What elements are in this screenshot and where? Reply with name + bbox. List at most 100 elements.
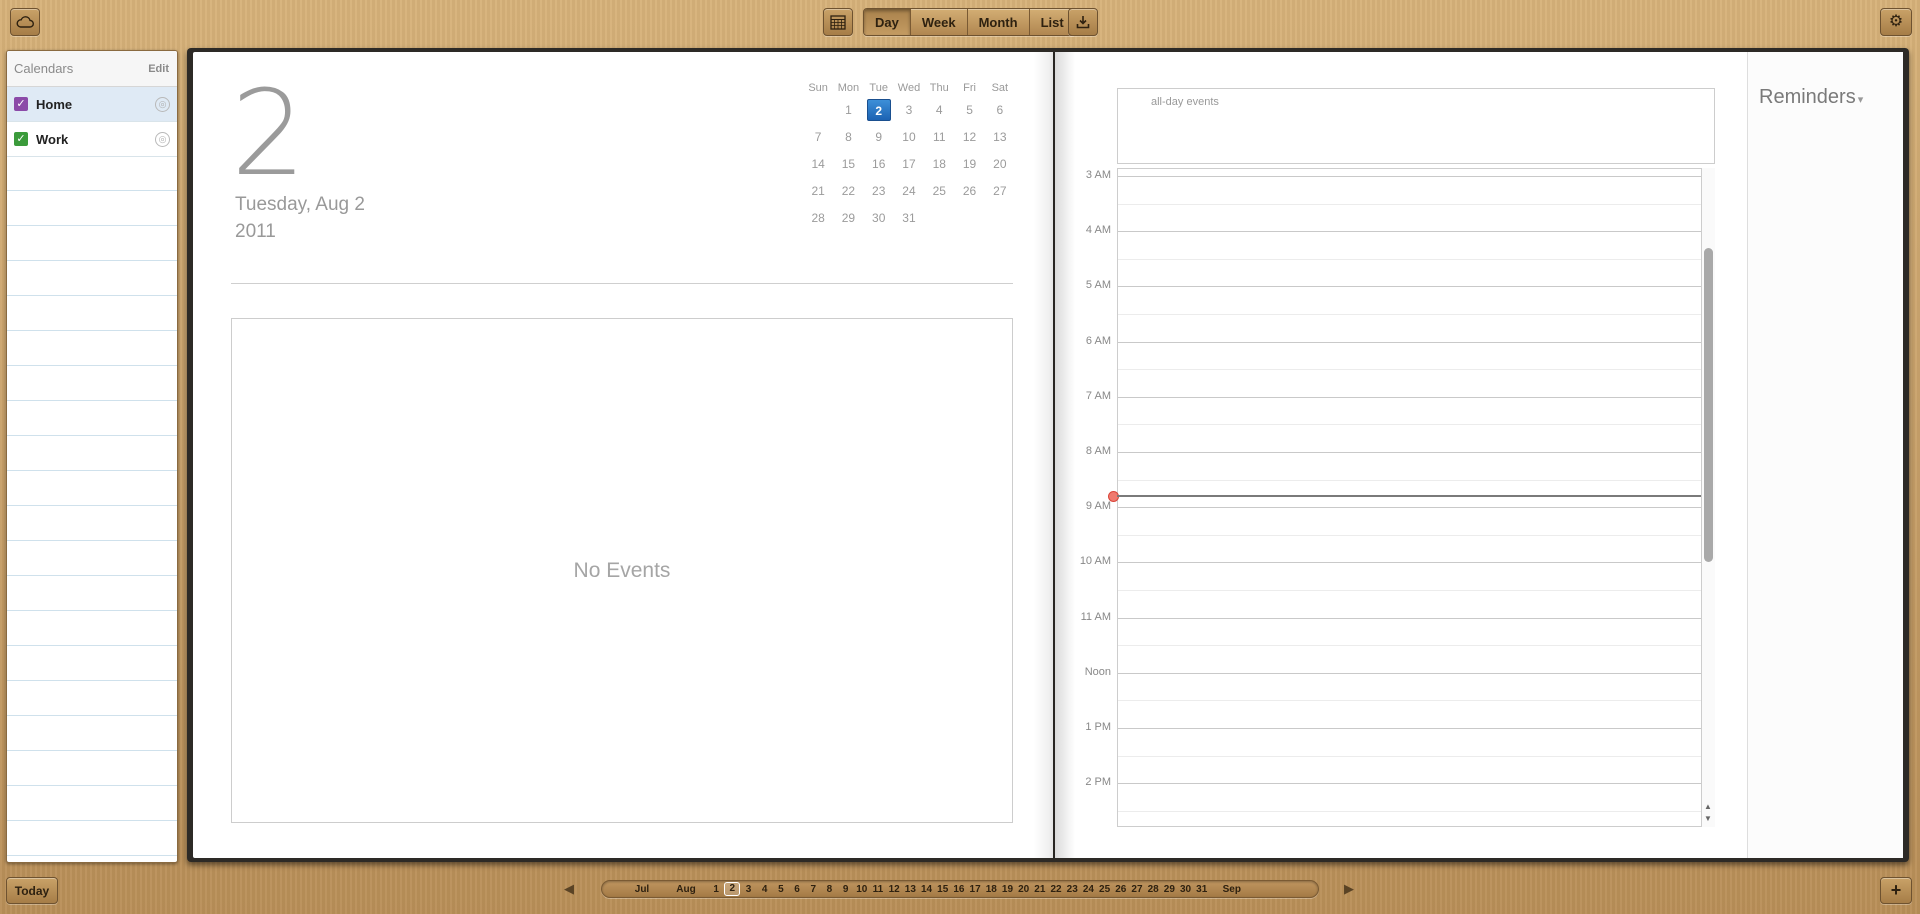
mini-calendar-day[interactable]: 14 xyxy=(803,153,833,175)
strip-day[interactable]: 3 xyxy=(740,884,756,895)
mini-calendar-day[interactable]: 6 xyxy=(985,99,1015,121)
share-calendar-icon[interactable]: ◎ xyxy=(155,97,170,112)
mini-calendar-day[interactable]: 31 xyxy=(894,207,924,229)
download-tray-icon xyxy=(1076,16,1090,29)
scroll-down-arrow-icon[interactable]: ▼ xyxy=(1704,814,1712,823)
calendar-checkbox[interactable]: ✓ xyxy=(14,132,28,146)
events-list: No Events xyxy=(231,318,1013,823)
mini-calendar-day[interactable]: 10 xyxy=(894,126,924,148)
top-toolbar: Day Week Month List ⚙ xyxy=(0,0,1920,46)
strip-day[interactable]: 21 xyxy=(1032,884,1048,895)
strip-day[interactable]: 11 xyxy=(870,884,886,895)
strip-day[interactable]: 22 xyxy=(1048,884,1064,895)
scroll-up-arrow-icon[interactable]: ▲ xyxy=(1704,802,1712,811)
strip-day[interactable]: 10 xyxy=(854,884,870,895)
strip-day[interactable]: 24 xyxy=(1080,884,1096,895)
date-scrubber[interactable]: Jul Aug 1 2 3 4 5 6 7 8 9 10 11 12 13 14 15 16 17 18 19 20 21 2… xyxy=(601,880,1319,898)
tab-week[interactable]: Week xyxy=(910,9,968,35)
mini-calendar-week: 21 22 23 24 25 26 27 xyxy=(803,175,1015,202)
mini-calendar-day[interactable]: 23 xyxy=(864,180,894,202)
hour-label: 5 AM xyxy=(1085,279,1111,292)
settings-button[interactable]: ⚙ xyxy=(1880,8,1912,36)
strip-day[interactable]: 20 xyxy=(1016,884,1032,895)
mini-calendar-day[interactable]: 16 xyxy=(864,153,894,175)
mini-calendar-day[interactable]: 30 xyxy=(864,207,894,229)
mini-calendar-day[interactable]: 3 xyxy=(894,99,924,121)
all-day-events-area[interactable]: all-day events xyxy=(1117,88,1715,164)
strip-day[interactable]: 15 xyxy=(935,884,951,895)
mini-calendar-day[interactable]: 4 xyxy=(924,99,954,121)
calendar-list-toggle-button[interactable] xyxy=(823,8,853,36)
mini-calendar-day[interactable]: 28 xyxy=(803,207,833,229)
mini-calendar-day[interactable]: 18 xyxy=(924,153,954,175)
add-event-button[interactable]: + xyxy=(1880,877,1912,904)
strip-day[interactable]: 30 xyxy=(1177,884,1193,895)
reminders-dropdown[interactable]: Reminders ▾ xyxy=(1759,86,1863,109)
strip-month-label[interactable]: Sep xyxy=(1210,884,1254,895)
mini-calendar-day[interactable]: 22 xyxy=(833,180,863,202)
strip-month-label[interactable]: Aug xyxy=(664,884,708,895)
edit-calendars-button[interactable]: Edit xyxy=(148,63,169,75)
mini-calendar-day[interactable]: 29 xyxy=(833,207,863,229)
mini-calendar-today[interactable]: 2 xyxy=(864,99,894,121)
calendar-checkbox[interactable]: ✓ xyxy=(14,97,28,111)
strip-day[interactable]: 25 xyxy=(1097,884,1113,895)
timeline-scrollbar[interactable]: ▲ ▼ xyxy=(1701,168,1715,827)
mini-calendar-day[interactable]: 15 xyxy=(833,153,863,175)
share-calendar-icon[interactable]: ◎ xyxy=(155,132,170,147)
mini-calendar-day[interactable]: 9 xyxy=(864,126,894,148)
mini-calendar-day[interactable]: 12 xyxy=(954,126,984,148)
mini-calendar-day[interactable]: 26 xyxy=(954,180,984,202)
weekday-header: Fri xyxy=(963,82,976,94)
strip-day[interactable]: 4 xyxy=(757,884,773,895)
mini-calendar-day[interactable]: 7 xyxy=(803,126,833,148)
mini-calendar-day[interactable]: 25 xyxy=(924,180,954,202)
strip-day[interactable]: 14 xyxy=(918,884,934,895)
strip-day[interactable]: 7 xyxy=(805,884,821,895)
strip-month-label[interactable]: Jul xyxy=(620,884,664,895)
mini-calendar-day[interactable]: 20 xyxy=(985,153,1015,175)
mini-calendar-day[interactable]: 5 xyxy=(954,99,984,121)
tab-day[interactable]: Day xyxy=(864,9,911,35)
strip-day[interactable]: 26 xyxy=(1113,884,1129,895)
mini-calendar-day[interactable]: 24 xyxy=(894,180,924,202)
strip-day[interactable]: 29 xyxy=(1161,884,1177,895)
strip-day[interactable]: 9 xyxy=(838,884,854,895)
mini-calendar-day[interactable]: 1 xyxy=(833,99,863,121)
strip-day[interactable]: 5 xyxy=(773,884,789,895)
strip-day[interactable]: 1 xyxy=(708,884,724,895)
next-arrow-icon[interactable]: ▶ xyxy=(1344,881,1354,897)
mini-calendar-day[interactable]: 27 xyxy=(985,180,1015,202)
strip-day[interactable]: 23 xyxy=(1064,884,1080,895)
strip-day-selected[interactable]: 2 xyxy=(724,882,741,896)
calendar-item-work[interactable]: ✓ Work ◎ xyxy=(7,122,177,157)
strip-day[interactable]: 6 xyxy=(789,884,805,895)
previous-arrow-icon[interactable]: ◀ xyxy=(564,881,574,897)
mini-calendar-day[interactable]: 13 xyxy=(985,126,1015,148)
strip-day[interactable]: 12 xyxy=(886,884,902,895)
calendar-item-home[interactable]: ✓ Home ◎ xyxy=(7,87,177,122)
strip-day[interactable]: 27 xyxy=(1129,884,1145,895)
strip-day[interactable]: 13 xyxy=(902,884,918,895)
hour-label: 4 AM xyxy=(1085,224,1111,237)
strip-day[interactable]: 17 xyxy=(967,884,983,895)
hour-label: 3 AM xyxy=(1085,169,1111,181)
mini-calendar-day[interactable]: 17 xyxy=(894,153,924,175)
cloud-button[interactable] xyxy=(10,8,40,36)
mini-calendar-day[interactable]: 8 xyxy=(833,126,863,148)
day-timeline[interactable] xyxy=(1117,168,1715,827)
scrollbar-thumb[interactable] xyxy=(1704,248,1713,562)
strip-day[interactable]: 31 xyxy=(1194,884,1210,895)
tab-month[interactable]: Month xyxy=(967,9,1030,35)
mini-calendar-day[interactable]: 21 xyxy=(803,180,833,202)
strip-day[interactable]: 16 xyxy=(951,884,967,895)
strip-day[interactable]: 28 xyxy=(1145,884,1161,895)
hour-gridline xyxy=(1118,507,1701,509)
strip-day[interactable]: 19 xyxy=(999,884,1015,895)
mini-calendar-day[interactable]: 19 xyxy=(954,153,984,175)
mini-calendar-day[interactable]: 11 xyxy=(924,126,954,148)
strip-day[interactable]: 18 xyxy=(983,884,999,895)
import-button[interactable] xyxy=(1068,8,1098,36)
strip-day[interactable]: 8 xyxy=(821,884,837,895)
today-button[interactable]: Today xyxy=(6,877,58,904)
